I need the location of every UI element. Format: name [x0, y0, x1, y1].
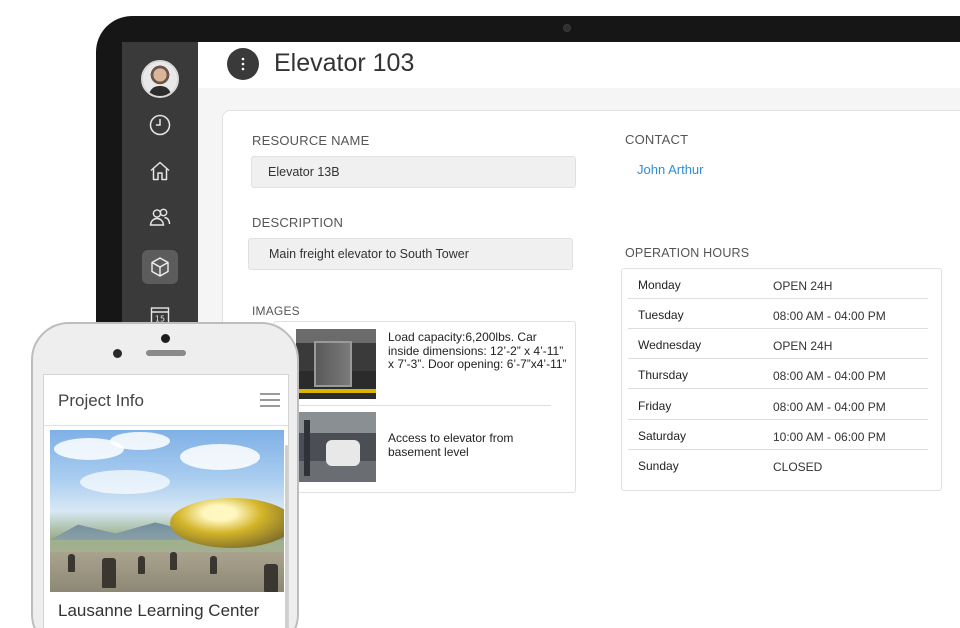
image-caption: Load capacity:6,200lbs. Car inside dimen… — [388, 330, 567, 371]
phone-sensor — [161, 334, 170, 343]
hours-time: OPEN 24H — [773, 339, 833, 353]
phone-scrollbar[interactable] — [285, 445, 288, 628]
home-icon — [150, 161, 170, 181]
hamburger-menu-icon[interactable] — [260, 393, 280, 407]
hours-row: Monday OPEN 24H — [628, 269, 928, 299]
hours-day: Tuesday — [638, 308, 684, 322]
operation-hours-table: Monday OPEN 24H Tuesday 08:00 AM - 04:00… — [621, 268, 942, 491]
hours-day: Saturday — [638, 429, 687, 443]
hours-row: Thursday 08:00 AM - 04:00 PM — [628, 359, 928, 389]
sidebar-item-recent[interactable] — [142, 108, 178, 142]
hours-row: Sunday CLOSED — [628, 450, 928, 480]
hours-row: Wednesday OPEN 24H — [628, 329, 928, 359]
phone-page-title: Project Info — [58, 391, 144, 410]
page-title: Elevator 103 — [274, 49, 415, 77]
cube-icon — [151, 257, 169, 277]
sidebar-item-resources[interactable] — [142, 250, 178, 284]
project-image[interactable] — [50, 430, 284, 592]
phone-screen: Project Info Lausanne Learning Center — [43, 374, 289, 628]
device-mockup: 15 Elevator 103 RESOURCE NAME Elevator 1… — [0, 0, 960, 628]
hours-time: 08:00 AM - 04:00 PM — [773, 400, 886, 414]
topbar: Elevator 103 — [198, 42, 960, 88]
hours-time: 08:00 AM - 04:00 PM — [773, 309, 886, 323]
sidebar-item-home[interactable] — [142, 154, 178, 188]
hours-day: Monday — [638, 278, 681, 292]
sidebar-item-team[interactable] — [142, 200, 178, 234]
hours-row: Friday 08:00 AM - 04:00 PM — [628, 390, 928, 420]
hours-day: Wednesday — [638, 338, 702, 352]
hours-time: 10:00 AM - 06:00 PM — [773, 430, 886, 444]
hours-time: OPEN 24H — [773, 279, 833, 293]
users-icon — [149, 208, 171, 226]
phone-speaker — [146, 350, 186, 356]
hours-row: Saturday 10:00 AM - 06:00 PM — [628, 420, 928, 450]
images-label: IMAGES — [252, 304, 300, 318]
avatar[interactable] — [141, 60, 179, 98]
description-field[interactable]: Main freight elevator to South Tower — [248, 238, 573, 270]
image-divider — [296, 405, 551, 406]
hours-time: 08:00 AM - 04:00 PM — [773, 369, 886, 383]
hours-day: Thursday — [638, 368, 689, 382]
resource-name-field[interactable]: Elevator 13B — [251, 156, 576, 188]
operation-hours-label: OPERATION HOURS — [625, 246, 750, 260]
hours-time: CLOSED — [773, 460, 823, 474]
resource-name-label: RESOURCE NAME — [252, 133, 370, 148]
phone-device: Project Info Lausanne Learning Center — [31, 322, 299, 628]
phone-header-divider — [44, 425, 288, 426]
images-list: Load capacity:6,200lbs. Car inside dimen… — [273, 321, 576, 493]
phone-camera — [113, 349, 122, 358]
clock-icon — [149, 114, 171, 136]
elevator-interior-image[interactable] — [296, 329, 376, 399]
description-label: DESCRIPTION — [252, 215, 344, 230]
image-caption: Access to elevator from basement level — [388, 431, 514, 459]
more-menu-button[interactable] — [227, 48, 259, 80]
project-name[interactable]: Lausanne Learning Center — [58, 601, 259, 621]
contact-label: CONTACT — [625, 132, 689, 147]
hours-row: Tuesday 08:00 AM - 04:00 PM — [628, 299, 928, 329]
basement-access-image[interactable] — [296, 412, 376, 482]
hours-day: Sunday — [638, 459, 679, 473]
resource-detail-card: RESOURCE NAME Elevator 13B DESCRIPTION M… — [222, 110, 960, 628]
hours-day: Friday — [638, 399, 672, 413]
laptop-camera — [563, 24, 571, 32]
contact-link[interactable]: John Arthur — [637, 162, 704, 177]
more-vertical-icon — [241, 57, 245, 71]
